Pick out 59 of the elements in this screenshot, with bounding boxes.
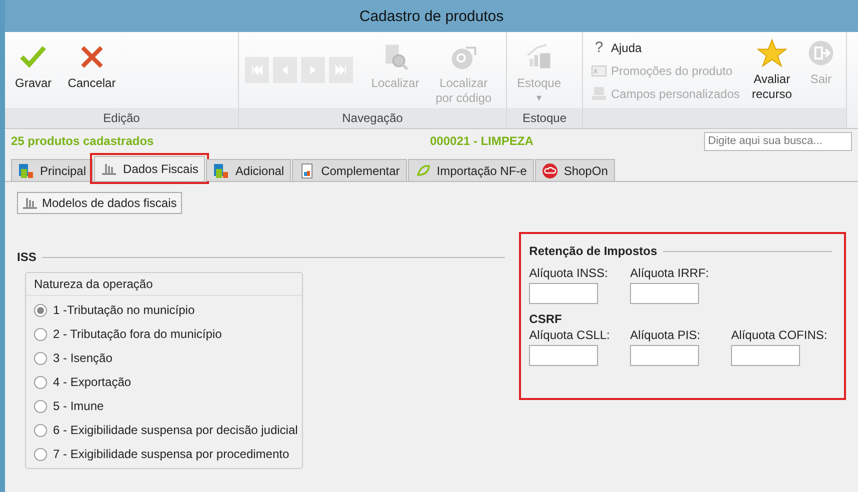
section-title: Retenção de Impostos [529, 244, 658, 258]
radio-button[interactable] [34, 376, 47, 388]
ribbon-button[interactable]: Avaliar recurso [744, 36, 800, 104]
bars-icon [101, 161, 118, 177]
box-icon [213, 162, 230, 178]
option-label: 6 - Exigibilidade suspensa por decisão judicial [53, 423, 298, 437]
field-label: Alíquota INSS: [529, 266, 608, 280]
box-icon [18, 162, 34, 178]
computer-icon [591, 86, 607, 102]
left-arrow-icon [250, 63, 264, 77]
option-label: 1 -Tributação no município [53, 303, 195, 317]
input-field[interactable] [529, 283, 598, 304]
input-field[interactable] [630, 283, 700, 304]
input-field[interactable] [529, 345, 598, 366]
search-field[interactable]: Digite aqui sua busca... [704, 132, 852, 150]
tab[interactable]: Importação NF-e [408, 159, 534, 181]
bars-icon [22, 195, 38, 211]
exit-icon [806, 38, 836, 68]
field-label: Alíquota CSLL: [529, 328, 610, 342]
tab[interactable]: Adicional [206, 159, 292, 181]
leaf-icon [414, 162, 431, 178]
window-title: Cadastro de produtos [359, 8, 504, 24]
field-label: Alíquota IRRF: [630, 266, 709, 280]
group-label: Edição [103, 111, 140, 125]
document-icon [299, 162, 316, 178]
option-label: 3 - Isenção [53, 351, 112, 365]
radio-button[interactable] [34, 352, 47, 364]
option-label: 7 - Exigibilidade suspensa por procedimento [53, 447, 290, 461]
section-title: ISS [17, 250, 36, 264]
radio-button[interactable] [34, 400, 47, 412]
radio-button[interactable] [34, 304, 47, 316]
right-arrow-icon [334, 63, 348, 77]
input-field[interactable] [630, 345, 700, 366]
input-field[interactable] [731, 345, 800, 366]
ribbon-button[interactable]: Gravar [11, 40, 56, 93]
subsection-title: CSRF [529, 312, 563, 326]
models-button[interactable]: Modelos de dados fiscais [17, 192, 182, 214]
product-name: 000021 - LIMPEZA [430, 134, 534, 148]
group-title: Natureza da operação [34, 277, 153, 291]
ribbon-button[interactable]: Cancelar [64, 40, 120, 93]
tab[interactable]: Dados Fiscais [94, 156, 206, 181]
group-label: Estoque [522, 111, 567, 125]
radio-button[interactable] [34, 448, 47, 460]
option-label: 4 - Exportação [53, 375, 132, 389]
option-label: 2 - Tributação fora do município [53, 327, 222, 341]
star-icon [756, 38, 787, 68]
record-count: 25 produtos cadastrados [11, 134, 155, 148]
tab[interactable]: Complementar [292, 159, 407, 181]
cloud-icon [542, 162, 558, 178]
field-label: Alíquota PIS: [630, 328, 700, 342]
option-label: 5 - Imune [53, 399, 104, 413]
spreadsheet-icon [591, 62, 607, 78]
tab[interactable]: ShopOn [534, 159, 615, 181]
tab[interactable]: Principal [11, 159, 94, 181]
radio-button[interactable] [34, 328, 47, 340]
group-label: Navegação [342, 111, 403, 125]
field-label: Alíquota COFINS: [731, 328, 828, 342]
ribbon-button[interactable]: ? Ajuda [589, 36, 742, 59]
radio-button[interactable] [34, 424, 47, 436]
